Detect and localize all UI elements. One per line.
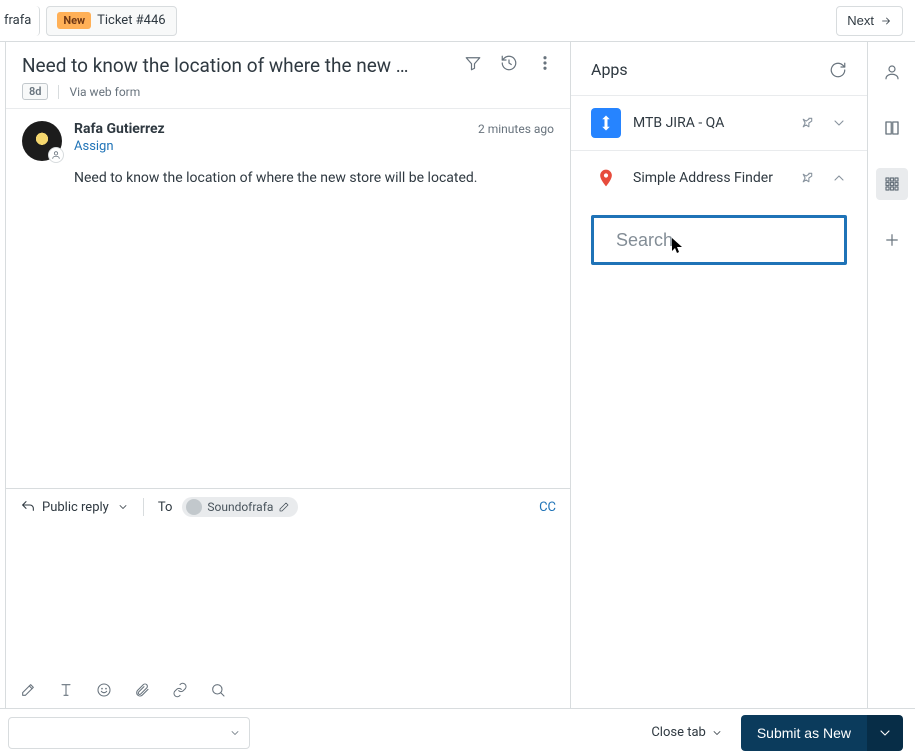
app-name-jira: MTB JIRA - QA: [633, 114, 787, 133]
tab-active-label: Ticket #446: [97, 13, 165, 28]
main-layout: Need to know the location of where the n…: [0, 42, 915, 708]
submit-button-group: Submit as New: [741, 715, 903, 751]
emoji-icon[interactable]: [96, 682, 112, 698]
tab-previous-label: frafa: [4, 13, 31, 28]
reply-type-selector[interactable]: Public reply: [20, 499, 129, 515]
address-search-input[interactable]: [616, 230, 848, 251]
to-label: To: [158, 500, 173, 515]
rail-add-icon[interactable]: [876, 224, 908, 256]
cc-button[interactable]: CC: [539, 500, 556, 515]
pin-icon[interactable]: [799, 170, 815, 186]
submit-dropdown-button[interactable]: [867, 715, 903, 751]
pin-icon[interactable]: [799, 115, 815, 131]
ticket-meta: 8d Via web form: [22, 83, 464, 100]
compose-icon[interactable]: [20, 682, 36, 698]
ticket-pane: Need to know the location of where the n…: [5, 42, 571, 708]
recipient-name: Soundofrafa: [207, 500, 273, 514]
search-icon[interactable]: [210, 682, 226, 698]
reply-arrow-icon: [20, 499, 36, 515]
message-author: Rafa Gutierrez: [74, 121, 165, 137]
tabs: frafa New Ticket #446: [0, 0, 177, 41]
close-tab-label: Close tab: [651, 725, 706, 740]
more-vertical-icon[interactable]: [536, 54, 554, 72]
map-pin-icon: [591, 163, 621, 193]
filter-icon[interactable]: [464, 54, 482, 72]
next-button[interactable]: Next: [836, 6, 903, 36]
message-body: Need to know the location of where the n…: [74, 168, 554, 189]
rail-user-icon[interactable]: [876, 56, 908, 88]
text-format-icon[interactable]: [58, 682, 74, 698]
footer-bar: Close tab Submit as New: [0, 708, 915, 756]
chip-avatar: [186, 499, 202, 515]
conversation-area: Rafa Gutierrez 2 minutes ago Assign Need…: [6, 108, 570, 488]
app-row-jira[interactable]: MTB JIRA - QA: [571, 95, 867, 150]
rail-apps-icon[interactable]: [876, 168, 908, 200]
reply-box: Public reply To Soundofrafa CC: [6, 488, 570, 708]
ticket-age-badge: 8d: [22, 83, 48, 100]
jira-icon: [591, 108, 621, 138]
apps-title: Apps: [591, 60, 628, 79]
reply-toolbar: [6, 672, 570, 708]
ticket-via-text: Via web form: [58, 85, 140, 99]
ticket-title: Need to know the location of where the n…: [22, 54, 412, 77]
reply-textarea[interactable]: [6, 525, 570, 672]
pencil-icon: [278, 501, 290, 513]
submit-button[interactable]: Submit as New: [741, 715, 867, 751]
top-bar: frafa New Ticket #446 Next: [0, 0, 915, 42]
address-search-box[interactable]: [591, 215, 847, 265]
attachment-icon[interactable]: [134, 682, 150, 698]
chevron-down-icon: [117, 501, 129, 513]
app-row-address-finder[interactable]: Simple Address Finder: [571, 150, 867, 205]
chevron-down-icon: [229, 727, 241, 739]
link-icon[interactable]: [172, 682, 188, 698]
message-timestamp: 2 minutes ago: [478, 122, 554, 136]
right-rail: [867, 42, 915, 708]
chevron-up-icon[interactable]: [831, 170, 847, 186]
refresh-icon[interactable]: [829, 61, 847, 79]
rail-knowledge-icon[interactable]: [876, 112, 908, 144]
address-search-wrap: [571, 205, 867, 279]
reply-header: Public reply To Soundofrafa CC: [6, 489, 570, 525]
apps-pane: Apps MTB JIRA - QA Simple Address Finder: [571, 42, 867, 708]
chevron-down-icon: [877, 725, 893, 741]
app-name-address: Simple Address Finder: [633, 169, 787, 188]
ticket-header: Need to know the location of where the n…: [6, 42, 570, 108]
status-badge-new: New: [57, 12, 91, 29]
history-icon[interactable]: [500, 54, 518, 72]
close-tab-button[interactable]: Close tab: [643, 719, 731, 746]
reply-type-label: Public reply: [42, 500, 109, 515]
arrow-right-icon: [880, 15, 892, 27]
message: Rafa Gutierrez 2 minutes ago Assign Need…: [22, 121, 554, 189]
recipient-chip[interactable]: Soundofrafa: [182, 497, 298, 517]
avatar-role-badge: [48, 147, 64, 163]
assign-link[interactable]: Assign: [74, 139, 554, 154]
apps-header: Apps: [571, 42, 867, 95]
chevron-down-icon[interactable]: [831, 115, 847, 131]
tab-previous-partial[interactable]: frafa: [0, 6, 40, 36]
footer-left-dropdown[interactable]: [8, 717, 250, 749]
chevron-down-icon: [711, 727, 723, 739]
ticket-header-actions: [464, 54, 554, 72]
next-button-label: Next: [847, 13, 874, 28]
cursor-pointer-icon: [672, 238, 684, 254]
avatar-wrap: [22, 121, 62, 161]
tab-active-ticket[interactable]: New Ticket #446: [46, 6, 176, 36]
